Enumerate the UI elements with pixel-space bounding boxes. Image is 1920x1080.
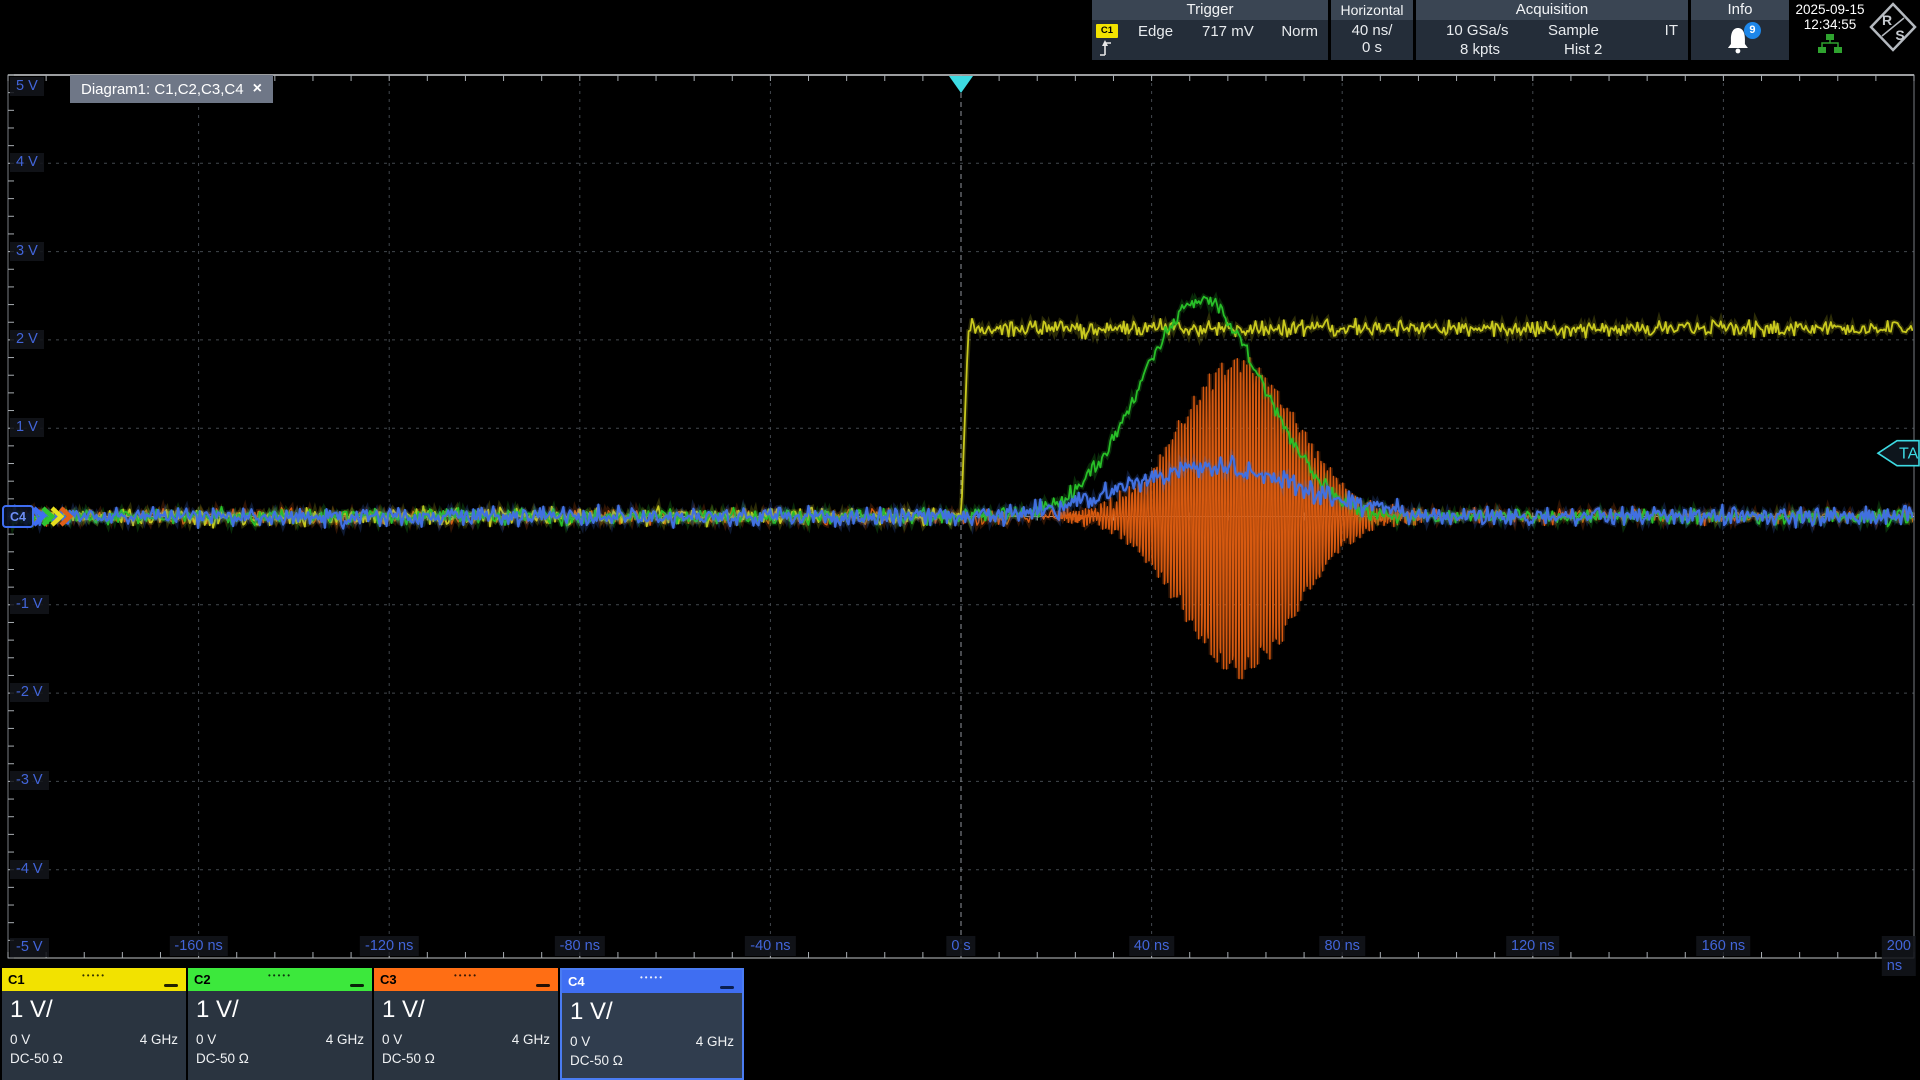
x-axis-label: -80 ns [555, 936, 605, 956]
channel-scale: 1 V/ [382, 996, 550, 1023]
info-panel[interactable]: Info 9 [1691, 0, 1789, 60]
horizontal-scale: 40 ns/ [1331, 22, 1413, 39]
oscilloscope-screen: Trigger C1 Edge 717 mV Norm Horizontal 4… [0, 0, 1920, 1080]
channel-scale: 1 V/ [10, 996, 178, 1023]
svg-text:S: S [1895, 27, 1904, 43]
channel-coupling: DC-50 Ω [382, 1049, 550, 1068]
y-axis-label: -2 V [10, 683, 49, 702]
channel-offset: 0 V [196, 1030, 216, 1049]
status-bar: Trigger C1 Edge 717 mV Norm Horizontal 4… [1092, 0, 1920, 60]
y-axis-label: 4 V [10, 153, 44, 172]
info-panel-title: Info [1691, 0, 1789, 20]
x-axis-label: -120 ns [360, 936, 418, 956]
clock-date: 2025-09-15 [1792, 2, 1868, 17]
channel-bandwidth: 4 GHz [696, 1032, 734, 1051]
channel-badge-c3[interactable]: C3 ••••• 1 V/ 0 V4 GHz DC-50 Ω [374, 968, 558, 1080]
x-axis-label: 120 ns [1506, 936, 1560, 956]
acquisition-hist: Hist 2 [1564, 41, 1602, 58]
waveform-canvas: C4 TA [0, 60, 1920, 968]
channel-offset: 0 V [10, 1030, 30, 1049]
channel-coupling: DC-50 Ω [570, 1051, 734, 1070]
grip-dots-icon: ••••• [268, 964, 292, 987]
channel-badge-c2[interactable]: C2 ••••• 1 V/ 0 V4 GHz DC-50 Ω [188, 968, 372, 1080]
trigger-level-marker[interactable]: TA [1878, 441, 1919, 466]
channel-offset: 0 V [570, 1032, 590, 1051]
channel-bandwidth: 4 GHz [512, 1030, 550, 1049]
acquisition-panel[interactable]: Acquisition 10 GSa/s 8 kpts Sample Hist … [1416, 0, 1688, 60]
channel-badge-bar: C1 ••••• 1 V/ 0 V4 GHz DC-50 Ω C2 ••••• … [0, 968, 1920, 1080]
horizontal-panel-title: Horizontal [1331, 0, 1413, 20]
channel-badge-c1[interactable]: C1 ••••• 1 V/ 0 V4 GHz DC-50 Ω [2, 968, 186, 1080]
svg-text:C4: C4 [10, 510, 26, 524]
channel-scale: 1 V/ [196, 996, 364, 1023]
y-axis-label: -5 V [10, 938, 49, 957]
minimize-icon[interactable] [720, 986, 734, 990]
record-length: 8 kpts [1460, 41, 1500, 58]
x-axis-label: 160 ns [1697, 936, 1751, 956]
x-axis-label: -160 ns [169, 936, 227, 956]
y-axis-label: 5 V [10, 77, 44, 96]
trigger-mode: Norm [1281, 23, 1318, 40]
trigger-level: 717 mV [1202, 23, 1254, 40]
trigger-panel-title: Trigger [1092, 0, 1328, 20]
y-axis-label: 3 V [10, 242, 44, 261]
y-axis-label: 1 V [10, 418, 44, 437]
waveform-diagram: C4 TA Diagram1: C1,C2,C3,C4 × 5 V 4 V 3 V 2 … [0, 60, 1920, 968]
y-axis-label: -1 V [10, 595, 49, 614]
diagram-tab[interactable]: Diagram1: C1,C2,C3,C4 × [70, 75, 273, 103]
clock-time: 12:34:55 [1792, 17, 1868, 32]
waveforms [8, 297, 1913, 679]
sample-rate: 10 GSa/s [1446, 22, 1509, 39]
minimize-icon[interactable] [164, 984, 178, 988]
x-axis-label: 200 ns [1882, 936, 1916, 976]
rising-edge-icon [1098, 39, 1114, 57]
acquisition-panel-title: Acquisition [1416, 0, 1688, 20]
channel-bandwidth: 4 GHz [326, 1030, 364, 1049]
rohde-schwarz-logo: R S [1868, 0, 1918, 54]
channel-bandwidth: 4 GHz [140, 1030, 178, 1049]
y-axis-label: -4 V [10, 860, 49, 879]
trigger-position-marker[interactable] [949, 76, 973, 93]
network-status-icon [1817, 33, 1843, 55]
trace-glow-C1 [8, 319, 1913, 528]
minimize-icon[interactable] [350, 984, 364, 988]
notification-count-badge: 9 [1744, 22, 1761, 39]
clock: 2025-09-15 12:34:55 [1792, 0, 1868, 60]
y-axis-label: 2 V [10, 330, 44, 349]
horizontal-panel[interactable]: Horizontal 40 ns/ 0 s [1331, 0, 1413, 60]
channel-badge-c4[interactable]: C4 ••••• 1 V/ 0 V4 GHz DC-50 Ω [560, 968, 744, 1080]
close-icon[interactable]: × [253, 80, 262, 98]
trigger-panel[interactable]: Trigger C1 Edge 717 mV Norm [1092, 0, 1328, 60]
grip-dots-icon: ••••• [454, 964, 478, 987]
x-axis-label: 0 s [946, 936, 975, 956]
minimize-icon[interactable] [536, 984, 550, 988]
interpolation-flag: IT [1665, 22, 1678, 39]
svg-text:TA: TA [1899, 446, 1919, 463]
channel-scale: 1 V/ [570, 998, 734, 1025]
svg-text:R: R [1882, 12, 1892, 28]
x-axis-label: 80 ns [1319, 936, 1364, 956]
diagram-tab-label: Diagram1: C1,C2,C3,C4 [81, 81, 244, 98]
y-axis-label: -3 V [10, 771, 49, 790]
acquisition-mode: Sample [1548, 22, 1599, 39]
channel-coupling: DC-50 Ω [196, 1049, 364, 1068]
trigger-source-badge: C1 [1096, 24, 1118, 38]
x-axis-label: 40 ns [1129, 936, 1174, 956]
x-axis-label: -40 ns [745, 936, 795, 956]
grip-dots-icon: ••••• [640, 966, 664, 989]
logo-area: R S [1868, 0, 1918, 60]
channel-offset: 0 V [382, 1030, 402, 1049]
channel-coupling: DC-50 Ω [10, 1049, 178, 1068]
trigger-type: Edge [1138, 23, 1173, 40]
horizontal-position: 0 s [1331, 39, 1413, 56]
grip-dots-icon: ••••• [82, 964, 106, 987]
